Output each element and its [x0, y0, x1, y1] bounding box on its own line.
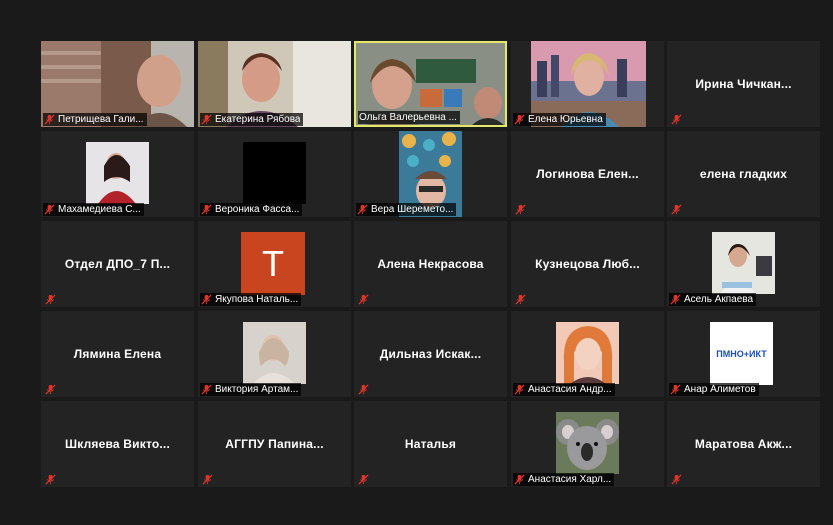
- participant-name-label: Вероника Фасса...: [200, 203, 303, 216]
- participant-tile-active-speaker[interactable]: Ольга Валерьевна ...: [354, 41, 507, 127]
- participant-name-label: Асель Акпаева: [669, 293, 757, 306]
- muted-mic-icon: [515, 204, 526, 215]
- participant-photo: [556, 412, 619, 474]
- muted-mic-icon: [670, 384, 681, 395]
- participant-display-name: Отдел ДПО_7 П...: [64, 257, 171, 271]
- participant-logo: ПМНО+ИКТ: [710, 322, 773, 385]
- participant-display-name: Маратова Акж...: [694, 437, 793, 451]
- participant-tile[interactable]: Логинова Елен...: [511, 131, 664, 217]
- muted-mic-icon: [44, 114, 55, 125]
- muted-mic-icon: [201, 114, 212, 125]
- participant-tile[interactable]: елена гладких: [667, 131, 820, 217]
- logo-text: ПМНО+ИКТ: [716, 348, 767, 359]
- participant-tile[interactable]: Наталья: [354, 401, 507, 487]
- participant-tile[interactable]: Елена Юрьевна: [511, 41, 664, 127]
- muted-mic-icon: [671, 474, 682, 485]
- participant-name-label: Анастасия Харл...: [513, 473, 615, 486]
- participant-tile[interactable]: Кузнецова Люб...: [511, 221, 664, 307]
- participant-display-name: Лямина Елена: [73, 347, 162, 361]
- participant-tile[interactable]: Отдел ДПО_7 П...: [41, 221, 194, 307]
- participant-name-label: Вера Шеремето...: [356, 203, 457, 216]
- participant-tile[interactable]: Виктория Артам...: [198, 311, 351, 397]
- participant-tile[interactable]: Маратова Акж...: [667, 401, 820, 487]
- participant-display-name: АГГПУ Папина...: [225, 437, 324, 451]
- participant-tile[interactable]: Ирина Чичкан...: [667, 41, 820, 127]
- participant-photo: [86, 142, 149, 204]
- participant-display-name: Наталья: [404, 437, 457, 451]
- participant-tile[interactable]: Вера Шеремето...: [354, 131, 507, 217]
- muted-mic-icon: [201, 384, 212, 395]
- participant-tile[interactable]: Екатерина Рябова: [198, 41, 351, 127]
- participant-tile[interactable]: АГГПУ Папина...: [198, 401, 351, 487]
- muted-mic-icon: [358, 474, 369, 485]
- participant-photo: [243, 142, 306, 204]
- participant-name-label: Елена Юрьевна: [513, 113, 606, 126]
- participant-tile[interactable]: ПМНО+ИКТ Анар Алиметов: [667, 311, 820, 397]
- participant-tile[interactable]: Петрищева Гали...: [41, 41, 194, 127]
- muted-mic-icon: [514, 474, 525, 485]
- muted-mic-icon: [671, 114, 682, 125]
- participant-name-label: Ольга Валерьевна ...: [358, 111, 460, 124]
- participant-tile[interactable]: Шкляева Викто...: [41, 401, 194, 487]
- participant-tile[interactable]: T Якупова Наталь...: [198, 221, 351, 307]
- participant-name-label: Анар Алиметов: [669, 383, 759, 396]
- participant-photo: [712, 232, 775, 294]
- muted-mic-icon: [515, 294, 526, 305]
- participant-name-label: Якупова Наталь...: [200, 293, 302, 306]
- muted-mic-icon: [358, 384, 369, 395]
- muted-mic-icon: [201, 204, 212, 215]
- muted-mic-icon: [358, 294, 369, 305]
- participant-tile[interactable]: Дильназ Искак...: [354, 311, 507, 397]
- participant-display-name: Шкляева Викто...: [64, 437, 171, 451]
- muted-mic-icon: [45, 474, 56, 485]
- video-gallery: Петрищева Гали... Екатерина Рябова Ольга…: [0, 0, 833, 525]
- muted-mic-icon: [514, 114, 525, 125]
- participant-display-name: Алена Некрасова: [377, 257, 484, 271]
- participant-photo: [556, 322, 619, 384]
- participant-tile[interactable]: Лямина Елена: [41, 311, 194, 397]
- participant-display-name: елена гладких: [699, 167, 788, 181]
- participant-tile[interactable]: Махамедиева С...: [41, 131, 194, 217]
- muted-mic-icon: [670, 294, 681, 305]
- participant-display-name: Логинова Елен...: [536, 167, 639, 181]
- muted-mic-icon: [201, 294, 212, 305]
- participant-tile[interactable]: Алена Некрасова: [354, 221, 507, 307]
- participant-display-name: Кузнецова Люб...: [535, 257, 640, 271]
- participant-name-label: Виктория Артам...: [200, 383, 302, 396]
- participant-initial-avatar: T: [241, 232, 305, 295]
- muted-mic-icon: [202, 474, 213, 485]
- participant-tile[interactable]: Анастасия Харл...: [511, 401, 664, 487]
- participant-name-label: Махамедиева С...: [43, 203, 144, 216]
- participant-name-label: Анастасия Андр...: [513, 383, 615, 396]
- muted-mic-icon: [45, 294, 56, 305]
- participant-tile[interactable]: Анастасия Андр...: [511, 311, 664, 397]
- participant-display-name: Дильназ Искак...: [379, 347, 482, 361]
- participant-tile[interactable]: Вероника Фасса...: [198, 131, 351, 217]
- muted-mic-icon: [514, 384, 525, 395]
- muted-mic-icon: [44, 204, 55, 215]
- muted-mic-icon: [45, 384, 56, 395]
- participant-display-name: Ирина Чичкан...: [695, 77, 792, 91]
- participant-tile[interactable]: Асель Акпаева: [667, 221, 820, 307]
- muted-mic-icon: [357, 204, 368, 215]
- participant-name-label: Екатерина Рябова: [200, 113, 304, 126]
- participant-name-label: Петрищева Гали...: [43, 113, 147, 126]
- participant-photo: [243, 322, 306, 384]
- muted-mic-icon: [671, 204, 682, 215]
